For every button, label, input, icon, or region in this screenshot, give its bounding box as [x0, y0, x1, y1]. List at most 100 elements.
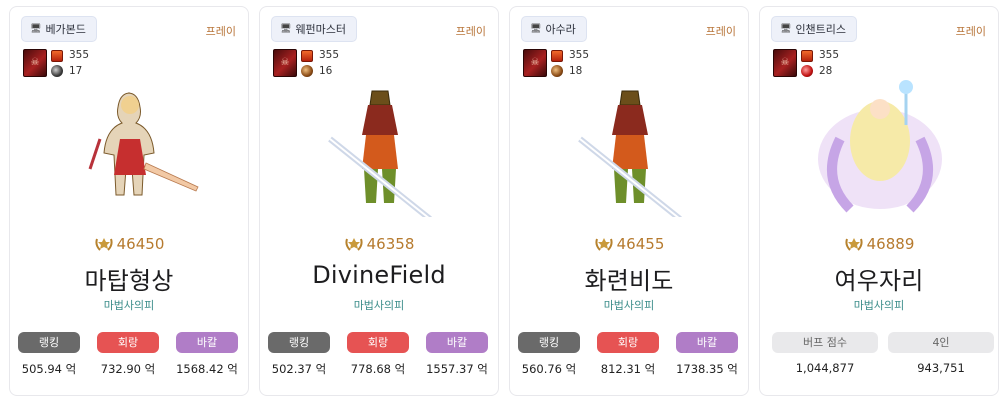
- item-level-icon: [801, 50, 813, 62]
- server-chip[interactable]: 🖥 베가본드: [21, 16, 97, 42]
- creature-icon: [801, 65, 813, 77]
- fame-score-value: 46455: [616, 235, 665, 253]
- stat-badges: 랭킹 회랑 바칼: [10, 332, 248, 354]
- corridor-value: 812.31 억: [600, 362, 656, 376]
- creature-level-value: 16: [319, 65, 333, 77]
- character-sprite: [310, 79, 450, 222]
- item-level-value: 355: [69, 49, 90, 61]
- bakal-badge[interactable]: 바칼: [176, 332, 238, 353]
- laurel-icon: [345, 238, 363, 251]
- buff-score-value: 1,044,877: [795, 361, 855, 375]
- character-job: 마법사의피: [353, 299, 405, 312]
- character-card[interactable]: 🖥 아수라 프레이 ☠ 355 18 46455 화련비도 마법사의피 랭킹 회…: [509, 6, 749, 396]
- character-sprite: [60, 79, 200, 217]
- adventure-tag: 프레이: [668, 21, 738, 43]
- character-card[interactable]: 🖥 인챈트리스 프레이 ☠ 355 28 46889 여우자리 마법사의피 버프…: [759, 6, 999, 396]
- character-job: 마법사의피: [853, 299, 905, 312]
- buff-score-badge[interactable]: 버프 점수: [772, 332, 878, 353]
- fame-score: 46358: [260, 235, 498, 253]
- stat-values: 502.37 억 778.68 억 1557.37 억: [260, 361, 498, 377]
- character-card[interactable]: 🖥 웨펀마스터 프레이 ☠ 355 16 46358 DivineField 마…: [259, 6, 499, 396]
- character-job: 마법사의피: [603, 299, 655, 312]
- server-icon: 🖥: [530, 24, 542, 34]
- ranking-value: 560.76 억: [521, 362, 577, 376]
- creature-icon: [51, 65, 63, 77]
- bakal-value: 1568.42 억: [176, 362, 238, 376]
- creature-level-value: 18: [569, 65, 583, 77]
- creature-icon: [301, 65, 313, 77]
- laurel-icon: [845, 238, 863, 251]
- character-name[interactable]: DivineField: [260, 261, 498, 289]
- stat-values: 505.94 억 732.90 억 1568.42 억: [10, 361, 248, 377]
- ranking-value: 505.94 억: [21, 362, 77, 376]
- stat-values: 560.76 억 812.31 억 1738.35 억: [510, 361, 748, 377]
- server-chip[interactable]: 🖥 웨펀마스터: [271, 16, 358, 42]
- item-level-icon: [301, 50, 313, 62]
- adventure-tag: 프레이: [418, 21, 488, 43]
- avatar: ☠: [23, 49, 47, 77]
- creature-icon: [551, 65, 563, 77]
- character-card-row: 🖥 베가본드 프레이 ☠ 355 17 46450 마탑형상 마법사의피 랭킹 …: [0, 0, 1004, 404]
- corridor-badge[interactable]: 회랑: [97, 332, 159, 353]
- bakal-badge[interactable]: 바칼: [676, 332, 738, 353]
- stat-badges: 버프 점수 4인: [760, 332, 998, 354]
- character-sprite-image: [818, 80, 942, 213]
- avatar: ☠: [773, 49, 797, 77]
- corridor-value: 732.90 억: [100, 362, 156, 376]
- character-sprite: [560, 79, 700, 222]
- party-buff-value: 943,751: [917, 361, 965, 375]
- item-level-value: 355: [319, 49, 340, 61]
- character-card[interactable]: 🖥 베가본드 프레이 ☠ 355 17 46450 마탑형상 마법사의피 랭킹 …: [9, 6, 249, 396]
- server-chip[interactable]: 🖥 인챈트리스: [771, 16, 858, 42]
- server-name: 인챈트리스: [795, 23, 847, 36]
- portrait-icon: ☠: [780, 57, 790, 68]
- fame-score-value: 46889: [866, 235, 915, 253]
- corridor-value: 778.68 억: [350, 362, 406, 376]
- portrait-icon: ☠: [530, 57, 540, 68]
- bakal-badge[interactable]: 바칼: [426, 332, 488, 353]
- adventure-tag: 프레이: [168, 21, 238, 43]
- stat-badges: 랭킹 회랑 바칼: [260, 332, 498, 354]
- laurel-icon: [95, 238, 113, 251]
- stat-values: 1,044,877 943,751: [760, 361, 998, 377]
- fame-score: 46889: [760, 235, 998, 253]
- fame-score-value: 46358: [366, 235, 415, 253]
- laurel-icon: [595, 238, 613, 251]
- ranking-badge[interactable]: 랭킹: [18, 332, 80, 353]
- character-sprite-image: [578, 90, 682, 222]
- server-icon: 🖥: [780, 24, 792, 34]
- character-sprite-image: [88, 92, 199, 196]
- character-name[interactable]: 화련비도: [510, 261, 748, 296]
- fame-score-value: 46450: [116, 235, 165, 253]
- character-name[interactable]: 마탑형상: [10, 261, 248, 296]
- character-sprite-image: [328, 90, 432, 222]
- server-name: 웨펀마스터: [295, 23, 347, 36]
- character-job: 마법사의피: [103, 299, 155, 312]
- bakal-value: 1738.35 억: [676, 362, 738, 376]
- server-name: 아수라: [545, 23, 576, 36]
- avatar: ☠: [273, 49, 297, 77]
- character-sprite: [810, 79, 950, 217]
- creature-level-value: 28: [819, 65, 833, 77]
- server-chip[interactable]: 🖥 아수라: [521, 16, 587, 42]
- character-name[interactable]: 여우자리: [760, 261, 998, 296]
- portrait-icon: ☠: [280, 57, 290, 68]
- corridor-badge[interactable]: 회랑: [597, 332, 659, 353]
- server-name: 베가본드: [45, 23, 86, 36]
- stat-badges: 랭킹 회랑 바칼: [510, 332, 748, 354]
- corridor-badge[interactable]: 회랑: [347, 332, 409, 353]
- item-level-icon: [551, 50, 563, 62]
- bakal-value: 1557.37 억: [426, 362, 488, 376]
- adventure-tag: 프레이: [918, 21, 988, 43]
- item-level-icon: [51, 50, 63, 62]
- ranking-badge[interactable]: 랭킹: [518, 332, 580, 353]
- fame-score: 46450: [10, 235, 248, 253]
- ranking-badge[interactable]: 랭킹: [268, 332, 330, 353]
- server-icon: 🖥: [30, 24, 42, 34]
- avatar: ☠: [523, 49, 547, 77]
- fame-score: 46455: [510, 235, 748, 253]
- item-level-value: 355: [819, 49, 840, 61]
- portrait-icon: ☠: [30, 57, 40, 68]
- creature-level-value: 17: [69, 65, 83, 77]
- party-buff-badge[interactable]: 4인: [888, 332, 994, 353]
